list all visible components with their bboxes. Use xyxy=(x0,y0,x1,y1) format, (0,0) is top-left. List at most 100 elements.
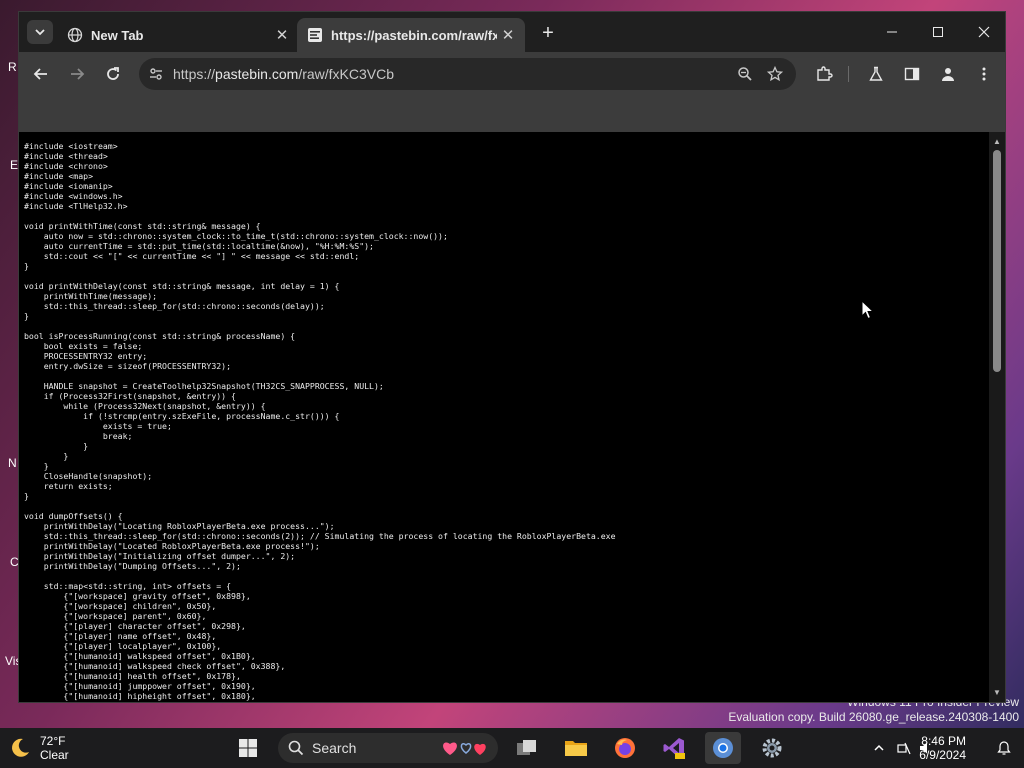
code-line: auto currentTime = std::put_time(std::lo… xyxy=(43,241,374,251)
task-view-icon xyxy=(517,740,536,755)
file-explorer-icon xyxy=(565,741,587,756)
code-line: entry.dwSize = sizeof(PROCESSENTRY32); xyxy=(43,361,232,371)
code-line: if (!strcmp(entry.szExeFile, processName… xyxy=(83,411,340,421)
page-content: #include <iostream> #include <thread> #i… xyxy=(19,132,1005,702)
url-path: /raw/fxKC3VCb xyxy=(298,66,395,82)
code-line: } xyxy=(43,461,49,471)
clock-date: 6/9/2024 xyxy=(919,748,966,762)
vertical-scrollbar[interactable]: ▲ ▼ xyxy=(989,132,1005,702)
close-window-button[interactable] xyxy=(961,12,1005,52)
watermark-line-2: Evaluation copy. Build 26080.ge_release.… xyxy=(728,710,1019,724)
scroll-down-icon[interactable]: ▼ xyxy=(992,688,1002,698)
side-panel-button[interactable] xyxy=(898,60,926,88)
file-explorer-button[interactable] xyxy=(558,732,594,764)
weather-temp: 72°F xyxy=(40,734,66,748)
url-scheme: https:// xyxy=(173,66,216,82)
code-line: HANDLE snapshot = CreateToolhelp32Snapsh… xyxy=(43,381,384,391)
desktop-icon-label: R xyxy=(8,60,17,74)
extensions-icon xyxy=(817,66,833,81)
taskbar-search-box[interactable]: Search xyxy=(278,733,498,763)
site-settings-icon[interactable] xyxy=(139,66,173,82)
code-line: {"[player] localplayer", 0x100}, xyxy=(63,641,222,651)
visual-studio-button[interactable] xyxy=(656,732,692,764)
code-line: void dumpOffsets() { xyxy=(24,511,123,521)
code-line: CloseHandle(snapshot); xyxy=(43,471,153,481)
code-line: #include <iomanip> xyxy=(24,181,113,191)
scroll-up-icon[interactable]: ▲ xyxy=(992,137,1002,147)
profile-button[interactable] xyxy=(934,60,962,88)
code-line: } xyxy=(63,451,69,461)
chrome-icon xyxy=(713,738,733,758)
code-line: {"[humanoid] hipheight offset", 0x180}, xyxy=(63,691,256,701)
labs-button[interactable] xyxy=(862,60,890,88)
chevron-up-icon[interactable] xyxy=(872,741,886,755)
taskbar: 72°F Clear Search 8:46 PM 6/9/2024 xyxy=(0,728,1024,768)
code-line: bool exists = false; xyxy=(43,341,143,351)
browser-window: New Tab ✕ https://pastebin.com/raw/fxKC3… xyxy=(18,11,1006,703)
taskbar-clock[interactable]: 8:46 PM 6/9/2024 xyxy=(919,734,966,762)
code-line: if (Process32First(snapshot, &entry)) { xyxy=(43,391,236,401)
firefox-icon xyxy=(615,738,635,758)
menu-button[interactable] xyxy=(970,60,998,88)
code-line: #include <thread> xyxy=(24,151,108,161)
notification-area[interactable] xyxy=(996,728,1012,768)
menu-icon xyxy=(982,67,986,81)
new-tab-button[interactable]: + xyxy=(535,21,561,45)
pastebin-icon xyxy=(307,27,323,43)
task-view-button[interactable] xyxy=(509,732,545,764)
search-icon xyxy=(288,740,304,756)
extensions-button[interactable] xyxy=(810,60,838,88)
code-line: std::cout << "[" << currentTime << "] " … xyxy=(43,251,360,261)
code-line: while (Process32Next(snapshot, &entry)) … xyxy=(63,401,266,411)
start-button[interactable] xyxy=(230,732,266,764)
forward-arrow-icon xyxy=(71,68,85,80)
code-line: std::this_thread::sleep_for(std::chrono:… xyxy=(43,531,616,541)
tab-search-button[interactable] xyxy=(27,20,53,44)
url-text[interactable]: https://pastebin.com/raw/fxKC3VCb xyxy=(173,66,730,82)
close-tab-icon[interactable]: ✕ xyxy=(497,26,519,44)
notification-bell-icon[interactable] xyxy=(996,740,1012,756)
firefox-button[interactable] xyxy=(607,732,643,764)
code-line: } xyxy=(24,491,29,501)
code-line: std::this_thread::sleep_for(std::chrono:… xyxy=(43,301,325,311)
code-line: } xyxy=(24,311,29,321)
code-line: printWithDelay("Locating RobloxPlayerBet… xyxy=(43,521,335,531)
code-line: {"[workspace] parent", 0x60}, xyxy=(63,611,207,621)
tab-strip: New Tab ✕ https://pastebin.com/raw/fxKC3… xyxy=(19,12,1005,52)
code-line: } xyxy=(83,441,89,451)
scrollbar-thumb[interactable] xyxy=(993,150,1001,372)
tab-new-tab[interactable]: New Tab ✕ xyxy=(59,18,299,52)
code-line: printWithDelay("Dumping Offsets...", 2); xyxy=(43,561,241,571)
chrome-button[interactable] xyxy=(705,732,741,764)
code-line: std::map<std::string, int> offsets = { xyxy=(43,581,232,591)
tab-label: https://pastebin.com/raw/fxKC3VCb xyxy=(331,27,497,43)
settings-button[interactable] xyxy=(754,732,790,764)
maximize-button[interactable] xyxy=(915,12,961,52)
close-tab-icon[interactable]: ✕ xyxy=(271,26,293,44)
windows-start-icon xyxy=(239,739,257,757)
tab-pastebin[interactable]: https://pastebin.com/raw/fxKC3VCb ✕ xyxy=(297,18,525,52)
back-arrow-icon xyxy=(33,68,47,80)
labs-icon xyxy=(869,66,883,81)
reload-button[interactable] xyxy=(99,60,127,88)
clock-time: 8:46 PM xyxy=(921,734,966,748)
code-line: #include <TlHelp32.h> xyxy=(24,201,128,211)
address-bar[interactable]: https://pastebin.com/raw/fxKC3VCb xyxy=(139,58,796,90)
bookmarks-bar xyxy=(19,96,1005,132)
code-line: bool isProcessRunning(const std::string&… xyxy=(24,331,296,341)
code-line: {"[player] name offset", 0x48}, xyxy=(63,631,217,641)
code-line: #include <chrono> xyxy=(24,161,108,171)
forward-button[interactable] xyxy=(63,60,91,88)
settings-icon xyxy=(762,738,782,758)
zoom-icon[interactable] xyxy=(730,66,760,82)
toolbar-divider xyxy=(848,66,849,82)
weather-widget[interactable]: 72°F Clear xyxy=(8,734,69,762)
code-line: auto now = std::chrono::system_clock::to… xyxy=(43,231,448,241)
star-icon[interactable] xyxy=(760,66,790,82)
network-icon[interactable] xyxy=(896,740,912,756)
code-line: printWithDelay("Initializing offset dump… xyxy=(43,551,296,561)
mouse-pointer-icon xyxy=(861,300,875,320)
back-button[interactable] xyxy=(27,60,55,88)
code-line: {"[player] character offset", 0x298}, xyxy=(63,621,246,631)
minimize-button[interactable] xyxy=(869,12,915,52)
